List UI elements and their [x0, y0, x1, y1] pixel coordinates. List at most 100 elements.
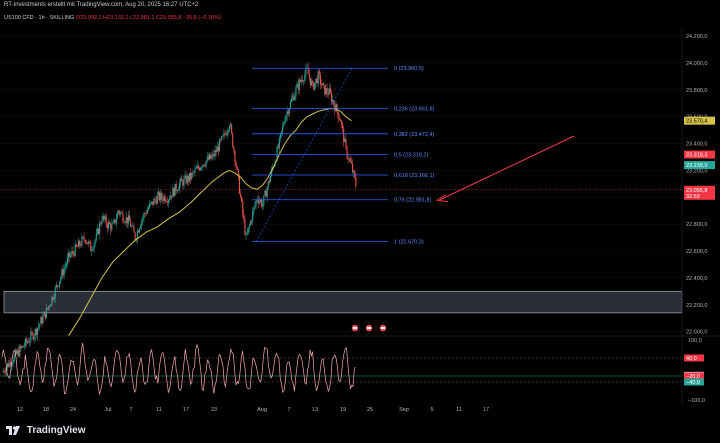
candle[interactable]: [352, 163, 354, 173]
candle[interactable]: [277, 146, 279, 148]
candle[interactable]: [307, 67, 309, 75]
candle[interactable]: [170, 195, 172, 199]
candle[interactable]: [253, 207, 255, 212]
candle[interactable]: [163, 196, 165, 201]
candle[interactable]: [97, 228, 100, 234]
candle[interactable]: [115, 218, 117, 224]
candle[interactable]: [305, 67, 307, 75]
candle[interactable]: [40, 317, 42, 324]
candlestick-series[interactable]: [2, 62, 357, 377]
candle[interactable]: [166, 201, 168, 203]
candle[interactable]: [296, 83, 298, 88]
candle[interactable]: [164, 196, 166, 202]
arrow-annotation[interactable]: [439, 135, 575, 201]
candle[interactable]: [147, 208, 149, 210]
candle[interactable]: [81, 237, 83, 246]
candle[interactable]: [61, 269, 63, 278]
candle[interactable]: [313, 82, 315, 90]
candle[interactable]: [152, 201, 154, 205]
candle[interactable]: [83, 236, 85, 240]
candle[interactable]: [28, 341, 30, 343]
candle[interactable]: [12, 361, 14, 364]
candle[interactable]: [145, 213, 147, 214]
candle[interactable]: [45, 307, 47, 319]
candle[interactable]: [46, 307, 49, 309]
candle[interactable]: [9, 361, 11, 367]
candle[interactable]: [348, 158, 350, 160]
candle[interactable]: [218, 139, 220, 152]
candle[interactable]: [254, 205, 256, 208]
candle[interactable]: [319, 74, 321, 85]
candle[interactable]: [194, 169, 196, 173]
candle[interactable]: [312, 80, 314, 83]
candle[interactable]: [309, 77, 311, 86]
candle[interactable]: [226, 131, 228, 136]
candle[interactable]: [22, 346, 24, 347]
candle[interactable]: [269, 175, 272, 183]
candle[interactable]: [325, 87, 327, 95]
candle[interactable]: [204, 165, 206, 167]
candle[interactable]: [162, 198, 164, 201]
candle[interactable]: [143, 213, 145, 218]
candle[interactable]: [126, 217, 128, 224]
candle[interactable]: [344, 138, 346, 143]
candle[interactable]: [56, 284, 59, 287]
candle[interactable]: [151, 201, 153, 203]
candle[interactable]: [72, 251, 74, 253]
candle[interactable]: [15, 350, 17, 354]
candle[interactable]: [75, 244, 77, 247]
candle[interactable]: [290, 99, 293, 102]
candle[interactable]: [34, 329, 36, 337]
candle[interactable]: [223, 133, 225, 136]
candle[interactable]: [284, 120, 286, 124]
candle[interactable]: [334, 104, 336, 112]
candle[interactable]: [208, 154, 211, 160]
candle[interactable]: [168, 198, 171, 201]
candle[interactable]: [148, 203, 151, 209]
candle[interactable]: [202, 164, 204, 168]
candle[interactable]: [90, 241, 92, 252]
candle[interactable]: [241, 196, 243, 202]
candle[interactable]: [154, 198, 156, 201]
candle[interactable]: [172, 187, 174, 198]
candle[interactable]: [281, 130, 283, 134]
candle[interactable]: [121, 212, 123, 214]
candle[interactable]: [87, 241, 90, 244]
candle[interactable]: [251, 221, 253, 222]
candle[interactable]: [96, 228, 98, 234]
candle[interactable]: [31, 331, 33, 334]
candle[interactable]: [186, 175, 188, 184]
candle[interactable]: [244, 219, 246, 235]
candle[interactable]: [35, 329, 37, 335]
candle[interactable]: [95, 233, 97, 240]
candle[interactable]: [73, 252, 75, 256]
candle[interactable]: [123, 221, 125, 223]
candle[interactable]: [294, 95, 296, 101]
candle[interactable]: [316, 78, 318, 84]
candle[interactable]: [112, 222, 114, 224]
candle[interactable]: [278, 138, 280, 148]
candle[interactable]: [238, 176, 240, 194]
candle[interactable]: [340, 121, 343, 124]
candle[interactable]: [302, 79, 304, 82]
candle[interactable]: [41, 317, 43, 324]
candle[interactable]: [339, 119, 341, 122]
candle[interactable]: [8, 363, 10, 367]
candle[interactable]: [157, 192, 159, 196]
candle[interactable]: [160, 192, 162, 201]
candle[interactable]: [343, 128, 345, 143]
candle[interactable]: [299, 79, 301, 82]
candle[interactable]: [42, 315, 44, 324]
rsi-line[interactable]: [1, 342, 356, 395]
candle[interactable]: [200, 167, 202, 171]
candle[interactable]: [285, 115, 287, 121]
candle[interactable]: [182, 180, 184, 186]
candle[interactable]: [66, 257, 69, 265]
candle[interactable]: [258, 201, 260, 203]
candle[interactable]: [191, 172, 193, 180]
candle[interactable]: [224, 133, 226, 135]
candle[interactable]: [117, 211, 120, 213]
candle[interactable]: [176, 190, 178, 192]
candle[interactable]: [242, 201, 244, 214]
candle[interactable]: [314, 82, 316, 90]
